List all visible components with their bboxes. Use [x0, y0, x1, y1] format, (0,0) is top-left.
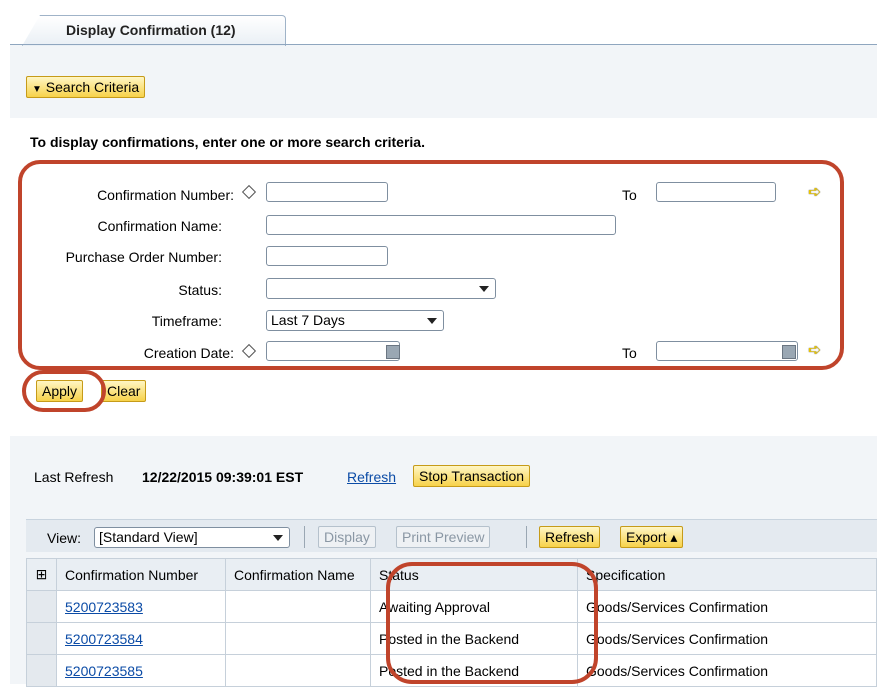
display-button[interactable]: Display	[318, 526, 376, 548]
row-selector[interactable]	[26, 590, 57, 623]
search-criteria-toggle[interactable]: ▼ Search Criteria	[26, 76, 146, 98]
search-criteria-label: Search Criteria	[45, 79, 140, 95]
clear-button[interactable]: Clear	[101, 380, 147, 402]
export-button[interactable]: Export ▴	[620, 526, 684, 548]
stop-transaction-button[interactable]: Stop Transaction	[413, 465, 531, 487]
annotation-ring-form	[18, 160, 844, 370]
print-preview-button[interactable]: Print Preview	[396, 526, 491, 548]
search-instruction: To display confirmations, enter one or m…	[30, 134, 425, 150]
confirmation-number-link[interactable]: 5200723585	[65, 663, 143, 679]
specification-cell: Goods/Services Confirmation	[577, 654, 877, 687]
confirmation-number-link[interactable]: 5200723584	[65, 631, 143, 647]
confirmation-name-cell	[225, 622, 371, 655]
toolbar-separator	[526, 526, 527, 548]
tab-label: Display Confirmation (12)	[66, 22, 236, 38]
view-select-value: [Standard View]	[99, 529, 198, 545]
column-header-confirmation-number[interactable]: Confirmation Number	[56, 558, 226, 591]
chevron-down-icon: ▼	[32, 84, 42, 95]
annotation-ring-status	[386, 562, 598, 684]
last-refresh-timestamp: 12/22/2015 09:39:01 EST	[142, 469, 304, 485]
table-settings-icon[interactable]: ⊞	[26, 558, 57, 591]
confirmation-name-cell	[225, 590, 371, 623]
row-selector[interactable]	[26, 622, 57, 655]
confirmation-name-cell	[225, 654, 371, 687]
refresh-button[interactable]: Refresh	[539, 526, 601, 548]
row-selector[interactable]	[26, 654, 57, 687]
confirmation-number-link[interactable]: 5200723583	[65, 599, 143, 615]
specification-cell: Goods/Services Confirmation	[577, 590, 877, 623]
refresh-link[interactable]: Refresh	[347, 469, 396, 485]
view-select[interactable]: [Standard View]	[94, 527, 290, 548]
view-label: View:	[47, 530, 81, 546]
column-header-confirmation-name[interactable]: Confirmation Name	[225, 558, 371, 591]
column-header-specification[interactable]: Specification	[577, 558, 877, 591]
tab-divider	[10, 44, 877, 45]
dropdown-arrow-icon	[273, 535, 283, 541]
toolbar-separator	[304, 526, 305, 548]
annotation-ring-apply	[22, 370, 106, 412]
last-refresh-label: Last Refresh	[34, 469, 114, 485]
specification-cell: Goods/Services Confirmation	[577, 622, 877, 655]
